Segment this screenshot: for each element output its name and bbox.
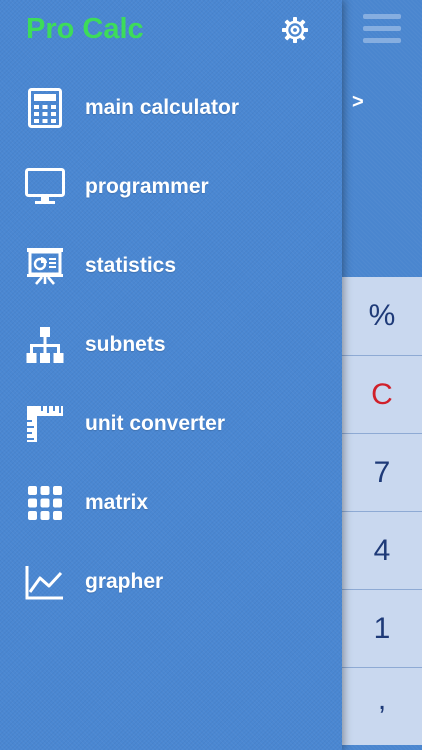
line-chart-icon	[24, 561, 66, 603]
ruler-icon	[24, 403, 66, 445]
grid-icon	[24, 482, 66, 524]
key-seven[interactable]: 7	[342, 433, 422, 511]
network-hierarchy-icon	[24, 324, 66, 366]
menu-item-programmer[interactable]: programmer	[0, 147, 342, 226]
menu-item-grapher[interactable]: grapher	[0, 542, 342, 621]
menu-item-main-calculator[interactable]: main calculator	[0, 68, 342, 147]
menu-item-label: matrix	[85, 490, 149, 514]
monitor-icon	[24, 166, 66, 208]
calculator-icon	[24, 87, 66, 129]
app-title: Pro Calc	[26, 13, 144, 45]
navigation-drawer: Pro Calc main calculator programmer stat…	[0, 0, 342, 750]
presentation-board-icon	[24, 245, 66, 287]
menu-item-label: unit converter	[85, 411, 226, 435]
calculator-keypad: % C 7 4 1 ,	[342, 277, 422, 745]
gear-icon	[282, 17, 308, 43]
key-four[interactable]: 4	[342, 511, 422, 589]
key-decimal-comma[interactable]: ,	[342, 667, 422, 745]
menu-item-label: statistics	[85, 253, 177, 277]
mode-menu: main calculator programmer statistics su…	[0, 68, 342, 621]
key-percent[interactable]: %	[342, 277, 422, 355]
chevron-right-icon[interactable]: >	[352, 91, 364, 114]
key-clear[interactable]: C	[342, 355, 422, 433]
menu-item-unit-converter[interactable]: unit converter	[0, 384, 342, 463]
menu-item-label: programmer	[85, 174, 209, 198]
menu-item-matrix[interactable]: matrix	[0, 463, 342, 542]
menu-item-statistics[interactable]: statistics	[0, 226, 342, 305]
key-one[interactable]: 1	[342, 589, 422, 667]
calculator-peek-panel: > % C 7 4 1 ,	[342, 0, 422, 750]
menu-item-label: grapher	[85, 569, 164, 593]
drawer-header: Pro Calc	[0, 0, 342, 62]
hamburger-menu-icon[interactable]	[363, 14, 401, 44]
settings-button[interactable]	[279, 14, 311, 46]
menu-item-label: subnets	[85, 332, 166, 356]
menu-item-label: main calculator	[85, 95, 240, 119]
menu-item-subnets[interactable]: subnets	[0, 305, 342, 384]
